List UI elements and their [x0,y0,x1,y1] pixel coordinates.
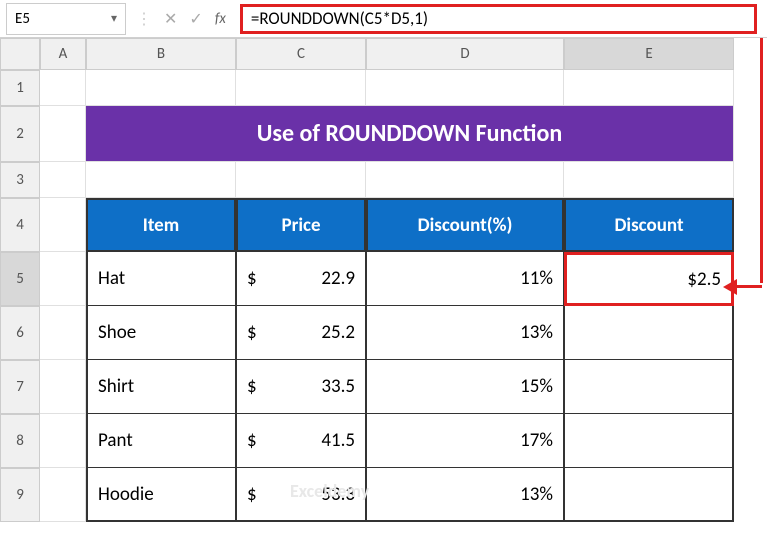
header-discount[interactable]: Discount [564,198,734,252]
price-value: 41.5 [321,429,355,452]
cell-pct-4[interactable]: 13% [366,468,564,522]
row-header-9[interactable]: 9 [0,468,40,522]
currency-symbol: $ [247,429,257,452]
select-all-corner[interactable] [0,38,40,70]
row-header-5[interactable]: 5 [0,252,40,306]
formula-text: =ROUNDDOWN(C5*D5,1) [251,8,428,29]
cell-discount-1[interactable] [564,306,734,360]
cell-b3[interactable] [86,162,236,198]
price-value: 53.3 [321,483,355,506]
cell-a8[interactable] [40,414,86,468]
cancel-icon[interactable]: ✕ [164,9,177,29]
col-header-c[interactable]: C [236,38,366,70]
formula-input[interactable]: =ROUNDDOWN(C5*D5,1) [240,4,757,34]
cell-item-2[interactable]: Shirt [86,360,236,414]
row-header-6[interactable]: 6 [0,306,40,360]
currency-symbol: $ [247,375,257,398]
col-header-a[interactable]: A [40,38,86,70]
row-4: Item Price Discount(%) Discount [40,198,767,252]
currency-symbol: $ [247,321,257,344]
cell-a7[interactable] [40,360,86,414]
price-value: 22.9 [321,267,355,290]
row-header-4[interactable]: 4 [0,198,40,252]
formula-bar-buttons: ✕ ✓ fx [156,9,240,29]
price-value: 33.5 [321,375,355,398]
row-header-3[interactable]: 3 [0,162,40,198]
divider: ⋮ [136,9,152,29]
header-price[interactable]: Price [236,198,366,252]
col-header-e[interactable]: E [564,38,734,70]
row-8: Pant $41.5 17% [40,414,767,468]
annotation-arrow-horiz [734,285,762,288]
title-banner[interactable]: Use of ROUNDDOWN Function [86,106,734,162]
row-header-1[interactable]: 1 [0,70,40,106]
cell-a9[interactable] [40,468,86,522]
formula-bar: E5 ▾ ⋮ ✕ ✓ fx =ROUNDDOWN(C5*D5,1) [0,0,767,38]
row-header-7[interactable]: 7 [0,360,40,414]
col-header-d[interactable]: D [366,38,564,70]
row-7: Shirt $33.5 15% [40,360,767,414]
annotation-arrow-head [723,279,737,295]
annotation-arrow-line [760,38,763,283]
cell-d3[interactable] [366,162,564,198]
fx-icon[interactable]: fx [215,10,226,28]
cell-e1[interactable] [564,70,734,106]
cell-item-4[interactable]: Hoodie [86,468,236,522]
row-headers: 1 2 3 4 5 6 7 8 9 [0,38,40,522]
cell-a2[interactable] [40,106,86,162]
cell-a1[interactable] [40,70,86,106]
row-5: Hat $22.9 11% $2.5 [40,252,767,306]
row-header-2[interactable]: 2 [0,106,40,162]
cell-price-2[interactable]: $33.5 [236,360,366,414]
header-discount-pct[interactable]: Discount(%) [366,198,564,252]
chevron-down-icon[interactable]: ▾ [111,11,117,26]
cell-e3[interactable] [564,162,734,198]
enter-icon[interactable]: ✓ [189,9,202,29]
name-box[interactable]: E5 ▾ [6,3,126,35]
cell-d1[interactable] [366,70,564,106]
cell-pct-0[interactable]: 11% [366,252,564,306]
row-9: Hoodie $53.3 13% [40,468,767,522]
row-2: Use of ROUNDDOWN Function [40,106,767,162]
cell-a6[interactable] [40,306,86,360]
grid: A B C D E Use of ROUNDDOWN Function [40,38,767,522]
row-6: Shoe $25.2 13% [40,306,767,360]
cell-item-1[interactable]: Shoe [86,306,236,360]
cell-a4[interactable] [40,198,86,252]
cell-pct-2[interactable]: 15% [366,360,564,414]
cell-b1[interactable] [86,70,236,106]
cell-price-1[interactable]: $25.2 [236,306,366,360]
cell-item-0[interactable]: Hat [86,252,236,306]
row-header-8[interactable]: 8 [0,414,40,468]
name-box-value: E5 [15,10,111,28]
cell-a5[interactable] [40,252,86,306]
cell-price-4[interactable]: $53.3 [236,468,366,522]
cell-discount-3[interactable] [564,414,734,468]
row-3 [40,162,767,198]
cell-item-3[interactable]: Pant [86,414,236,468]
price-value: 25.2 [321,321,355,344]
currency-symbol: $ [247,483,257,506]
col-header-b[interactable]: B [86,38,236,70]
cell-c3[interactable] [236,162,366,198]
cell-discount-0[interactable]: $2.5 [564,252,734,306]
row-1 [40,70,767,106]
cell-price-3[interactable]: $41.5 [236,414,366,468]
spreadsheet: 1 2 3 4 5 6 7 8 9 A B C D E Use of ROUND… [0,38,767,522]
currency-symbol: $ [247,267,257,290]
cell-discount-4[interactable] [564,468,734,522]
cell-pct-1[interactable]: 13% [366,306,564,360]
column-headers: A B C D E [40,38,767,70]
header-item[interactable]: Item [86,198,236,252]
cell-c1[interactable] [236,70,366,106]
cell-price-0[interactable]: $22.9 [236,252,366,306]
cell-a3[interactable] [40,162,86,198]
cell-discount-2[interactable] [564,360,734,414]
cell-pct-3[interactable]: 17% [366,414,564,468]
